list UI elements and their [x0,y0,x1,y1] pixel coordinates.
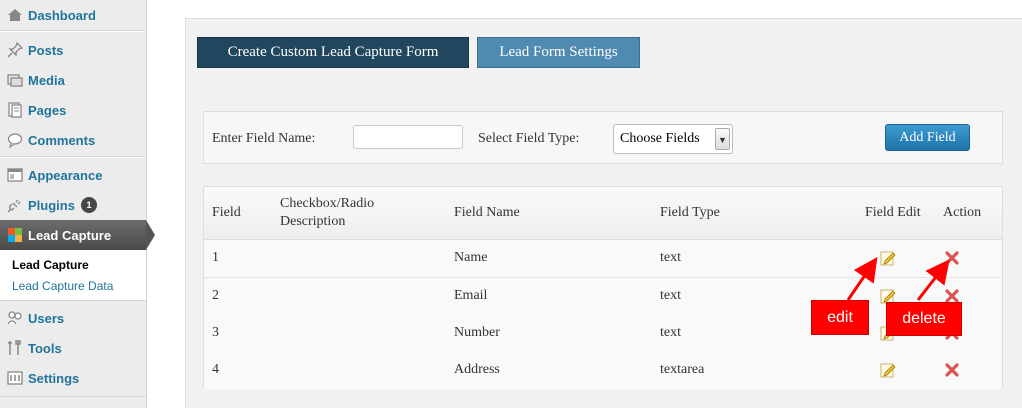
table-header: Field Checkbox/Radio Description Field N… [204,187,1002,240]
sidebar-item-label: Pages [28,102,67,118]
admin-sidebar: Dashboard Posts Media Pages Comments App… [0,0,155,408]
cell-field-number: 4 [212,362,219,377]
field-type-select[interactable]: Choose Fields ▼ [613,124,733,154]
add-field-button[interactable]: Add Field [885,124,970,151]
sidebar-item-users[interactable]: Users [0,303,146,333]
col-header-action: Action [943,205,982,220]
sidebar-item-label: Posts [28,42,64,58]
cell-field-name: Number [454,325,500,340]
lead-capture-icon [7,227,23,243]
pages-icon [7,102,23,118]
delete-annotation-label: delete [886,302,962,336]
col-header-field-type: Field Type [660,205,720,220]
sidebar-item-label: Lead Capture [28,227,112,243]
col-header-checkbox-desc-line2: Description [280,214,346,229]
submenu-item-lead-capture-data[interactable]: Lead Capture Data [12,279,113,293]
lead-capture-submenu: Lead Capture Lead Capture Data [0,250,146,301]
col-header-checkbox-desc-line1: Checkbox/Radio [280,196,375,211]
sidebar-item-label: Comments [28,132,96,148]
active-menu-arrow [146,220,155,250]
add-field-form: Enter Field Name: Select Field Type: Cho… [203,111,1003,164]
table-row: 4 Address textarea [204,352,1002,389]
cell-field-name: Name [454,250,488,265]
edit-pencil-icon[interactable] [880,362,896,378]
plug-icon [7,197,23,213]
sidebar-item-label: Media [28,72,65,88]
cell-field-number: 1 [212,250,219,265]
cell-field-type: text [660,288,681,303]
field-name-label: Enter Field Name: [212,131,316,146]
sidebar-item-lead-capture[interactable]: Lead Capture [0,220,146,250]
tab-create-custom-form[interactable]: Create Custom Lead Capture Form [197,37,469,68]
cell-field-name: Address [454,362,500,377]
update-count-badge: 1 [80,197,97,213]
col-header-field-name: Field Name [454,205,520,220]
col-header-field: Field [212,205,241,220]
edit-pencil-icon[interactable] [880,250,896,266]
submenu-item-lead-capture[interactable]: Lead Capture [12,258,89,272]
cell-field-type: text [660,250,681,265]
cell-field-type: text [660,325,681,340]
edit-annotation-label: edit [811,300,869,335]
tools-icon [7,340,23,356]
field-type-label: Select Field Type: [478,131,580,146]
table-row: 2 Email text [204,278,1002,316]
sidebar-item-appearance[interactable]: Appearance [0,160,146,190]
sidebar-item-plugins[interactable]: Plugins 1 [0,190,146,220]
cell-field-number: 2 [212,288,219,303]
sidebar-item-pages[interactable]: Pages [0,95,146,125]
sidebar-item-posts[interactable]: Posts [0,35,146,65]
appearance-icon [7,167,23,183]
dashboard-icon [7,7,23,23]
chevron-down-icon: ▼ [715,128,730,150]
pushpin-icon [7,42,23,58]
cell-field-name: Email [454,288,488,303]
field-type-selected-value: Choose Fields [620,131,700,146]
cell-field-number: 3 [212,325,219,340]
sidebar-item-tools[interactable]: Tools [0,333,146,363]
sidebar-item-settings[interactable]: Settings [0,363,146,393]
lead-capture-panel: Create Custom Lead Capture Form Lead For… [185,18,1022,408]
sidebar-item-label: Settings [28,370,80,386]
sidebar-item-comments[interactable]: Comments [0,125,146,155]
delete-x-icon[interactable] [944,250,960,266]
delete-x-icon[interactable] [944,362,960,378]
sidebar-item-label: Dashboard [28,7,96,23]
table-row: 3 Number text [204,315,1002,353]
sidebar-item-dashboard[interactable]: Dashboard [0,0,146,30]
sidebar-item-label: Appearance [28,167,103,183]
comment-bubble-icon [7,132,23,148]
media-icon [7,72,23,88]
users-icon [7,310,23,326]
fields-table: Field Checkbox/Radio Description Field N… [203,186,1003,389]
table-row: 1 Name text [204,240,1002,278]
cell-field-type: textarea [660,362,705,377]
tab-lead-form-settings[interactable]: Lead Form Settings [477,37,640,68]
settings-icon [7,370,23,386]
sidebar-item-label: Tools [28,340,62,356]
sidebar-item-label: Plugins [28,197,75,213]
col-header-field-edit: Field Edit [865,205,921,220]
sidebar-item-label: Users [28,310,65,326]
sidebar-item-media[interactable]: Media [0,65,146,95]
field-name-input[interactable] [353,125,463,149]
